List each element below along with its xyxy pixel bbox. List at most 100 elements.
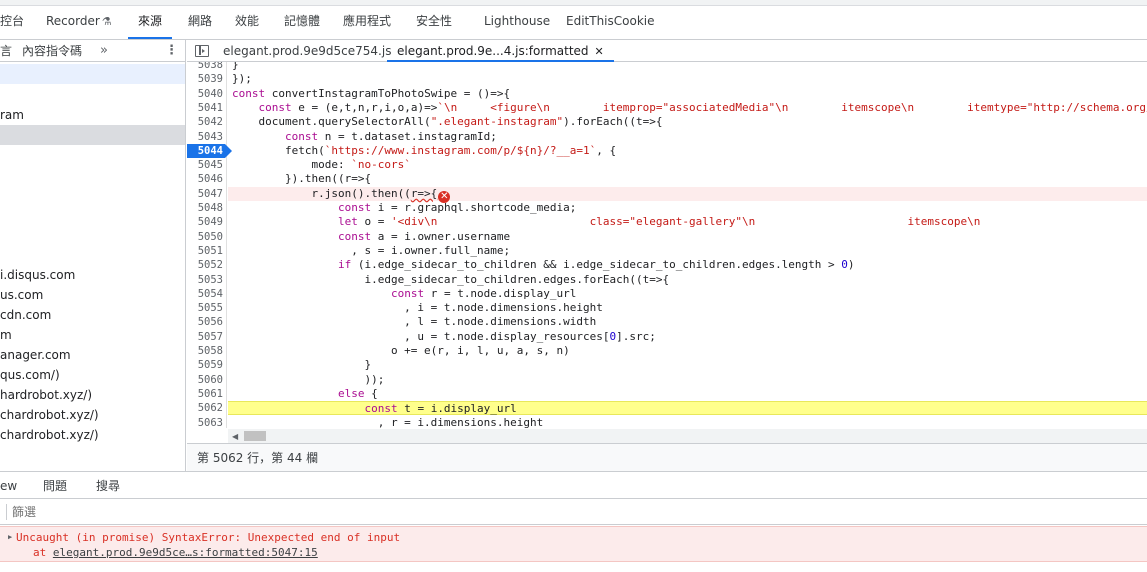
code-line[interactable]: i.edge_sidecar_to_children.edges.forEach…: [228, 273, 1147, 287]
error-source-link[interactable]: elegant.prod.9e9d5ce…s:formatted:5047:15: [53, 546, 318, 559]
line-number[interactable]: 5048: [187, 201, 225, 215]
editor-tab-formatted-label: elegant.prod.9e...4.js:formatted: [397, 44, 589, 58]
console-filter-bar: [0, 499, 1147, 525]
line-number[interactable]: 5046: [187, 172, 225, 186]
line-number[interactable]: 5056: [187, 315, 225, 329]
editor-tab-original[interactable]: elegant.prod.9e9d5ce754.js: [223, 40, 391, 62]
expand-triangle-icon[interactable]: ▶: [8, 533, 12, 541]
tab-network[interactable]: 網路: [188, 7, 212, 39]
line-number[interactable]: 5059: [187, 358, 225, 372]
editor-tabbar: elegant.prod.9e9d5ce754.js elegant.prod.…: [187, 40, 1147, 62]
console-error-message[interactable]: ▶ Uncaught (in promise) SyntaxError: Une…: [0, 526, 1147, 562]
code-line[interactable]: const a = i.owner.username: [228, 230, 1147, 244]
navigator-tab-page[interactable]: 言: [0, 40, 12, 62]
tab-recorder[interactable]: Recorder ⚗: [46, 7, 112, 39]
code-line-error[interactable]: r.json().then((r=>{✕: [228, 186, 1147, 203]
tree-row[interactable]: chardrobot.xyz/): [0, 425, 185, 445]
code-line[interactable]: , u = t.node.display_resources[0].src;: [228, 330, 1147, 344]
line-number[interactable]: 5052: [187, 258, 225, 272]
code-line[interactable]: }).then((r=>{: [228, 172, 1147, 186]
line-number[interactable]: 5050: [187, 230, 225, 244]
tree-row-selected[interactable]: [0, 64, 185, 84]
more-tabs-icon[interactable]: »: [100, 40, 108, 62]
line-number[interactable]: 5063: [187, 416, 225, 429]
tab-sources[interactable]: 來源: [128, 7, 173, 39]
code-line[interactable]: });: [228, 72, 1147, 86]
code-line[interactable]: }: [228, 358, 1147, 372]
code-line[interactable]: ));: [228, 373, 1147, 387]
editor-tab-formatted[interactable]: elegant.prod.9e...4.js:formatted ✕: [387, 40, 614, 62]
code-line[interactable]: mode: `no-cors`: [228, 158, 1147, 172]
line-number[interactable]: 5039: [187, 72, 225, 86]
tree-row[interactable]: us.com: [0, 285, 185, 305]
tree-row[interactable]: ram: [0, 105, 185, 125]
line-number[interactable]: 5047: [187, 187, 225, 201]
tab-console[interactable]: 控台: [0, 7, 24, 39]
code-line[interactable]: const n = t.dataset.instagramId;: [228, 130, 1147, 144]
line-number[interactable]: 5054: [187, 287, 225, 301]
tab-memory[interactable]: 記憶體: [284, 7, 320, 39]
scrollbar-thumb[interactable]: [244, 431, 266, 441]
code-line[interactable]: document.querySelectorAll(".elegant-inst…: [228, 115, 1147, 129]
line-number[interactable]: 5041: [187, 101, 225, 115]
code-line[interactable]: , i = t.node.dimensions.height: [228, 301, 1147, 315]
scroll-left-icon[interactable]: ◀: [232, 432, 238, 441]
code-line[interactable]: const e = (e,t,n,r,i,o,a)=>`\n <figure\n…: [228, 101, 1147, 115]
line-number[interactable]: 5055: [187, 301, 225, 315]
tree-row[interactable]: i.disqus.com: [0, 265, 185, 285]
line-gutter[interactable]: 5038 5039 5040 5041 5042 5043 5044 5045 5046 5047…: [187, 62, 232, 429]
tree-row[interactable]: hardrobot.xyz/): [0, 385, 185, 405]
line-number[interactable]: 5043: [187, 130, 225, 144]
tree-row[interactable]: anager.com: [0, 345, 185, 365]
tab-performance[interactable]: 效能: [235, 7, 259, 39]
filter-input[interactable]: [12, 502, 1142, 522]
tree-row-highlighted[interactable]: [0, 125, 185, 145]
code-line[interactable]: o += e(r, i, l, u, a, s, n): [228, 344, 1147, 358]
code-line[interactable]: const r = t.node.display_url: [228, 287, 1147, 301]
drawer-tab-search[interactable]: 搜尋: [96, 472, 120, 500]
tree-row[interactable]: qus.com/): [0, 365, 185, 385]
line-number[interactable]: 5040: [187, 87, 225, 101]
horizontal-scrollbar[interactable]: ◀: [228, 429, 1147, 443]
code-line[interactable]: fetch(`https://www.instagram.com/p/${n}/…: [228, 144, 1147, 158]
toggle-navigator-icon[interactable]: [195, 45, 209, 57]
window-top-edge: [0, 0, 1147, 6]
line-number[interactable]: 5061: [187, 387, 225, 401]
drawer-tab-overview[interactable]: ew: [0, 472, 17, 500]
line-number[interactable]: 5057: [187, 330, 225, 344]
drawer-tabbar: ew 問題 搜尋: [0, 471, 1147, 499]
code-line[interactable]: , r = i.dimensions.height: [228, 416, 1147, 429]
tree-row[interactable]: cdn.com: [0, 305, 185, 325]
line-number[interactable]: 5042: [187, 115, 225, 129]
line-number[interactable]: 5045: [187, 158, 225, 172]
code-line[interactable]: , s = i.owner.full_name;: [228, 244, 1147, 258]
tab-security[interactable]: 安全性: [416, 7, 452, 39]
tree-row[interactable]: chardrobot.xyz/): [0, 405, 185, 425]
tree-row[interactable]: m: [0, 325, 185, 345]
line-number[interactable]: 5062: [187, 401, 225, 415]
code-line[interactable]: if (i.edge_sidecar_to_children && i.edge…: [228, 258, 1147, 272]
tab-application[interactable]: 應用程式: [343, 7, 391, 39]
code-line[interactable]: let o = '<div\n class="elegant-gallery"\…: [228, 215, 1147, 229]
code-line-current[interactable]: const t = i.display_url: [228, 401, 1147, 416]
tab-lighthouse[interactable]: Lighthouse: [484, 7, 550, 39]
line-number[interactable]: 5049: [187, 215, 225, 229]
line-number[interactable]: 5060: [187, 373, 225, 387]
kebab-menu-icon[interactable]: ⋮: [165, 40, 178, 62]
code-line[interactable]: const convertInstagramToPhotoSwipe = ()=…: [228, 87, 1147, 101]
close-icon[interactable]: ✕: [595, 45, 604, 58]
line-number[interactable]: 5051: [187, 244, 225, 258]
code-line[interactable]: , l = t.node.dimensions.width: [228, 315, 1147, 329]
code-line[interactable]: else {: [228, 387, 1147, 401]
line-number[interactable]: 5038: [187, 62, 225, 72]
flask-icon: ⚗: [101, 15, 112, 28]
line-number[interactable]: 5053: [187, 273, 225, 287]
drawer-tab-issues[interactable]: 問題: [43, 472, 67, 500]
breakpoint-marker[interactable]: 5044: [187, 143, 232, 159]
code-line[interactable]: }: [228, 62, 1147, 72]
navigator-tab-content-scripts[interactable]: 內容指令碼: [22, 40, 82, 62]
line-number[interactable]: 5058: [187, 344, 225, 358]
code-editor[interactable]: 5038 5039 5040 5041 5042 5043 5044 5045 5046 5047…: [187, 62, 1147, 428]
tab-editthiscookie[interactable]: EditThisCookie: [566, 7, 655, 39]
code-line[interactable]: const i = r.graphql.shortcode_media;: [228, 201, 1147, 215]
